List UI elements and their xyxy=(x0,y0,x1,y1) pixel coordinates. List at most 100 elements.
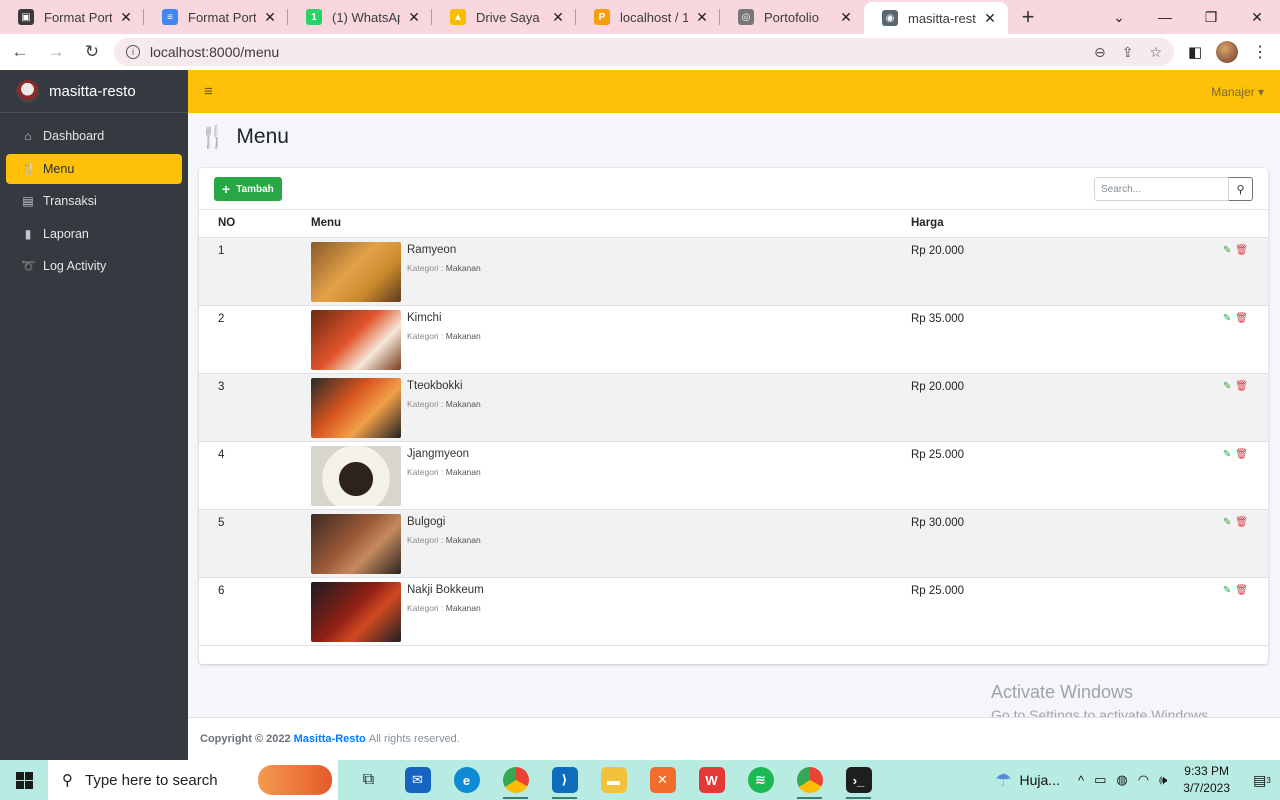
sidebar-item-menu[interactable]: 🍴 Menu xyxy=(6,153,182,184)
taskbar-search-text: Type here to search xyxy=(85,771,218,789)
tab-title: (1) WhatsApp xyxy=(332,9,400,25)
footer-copyright: Copyright © 2022 xyxy=(200,733,291,745)
hamburger-menu-icon[interactable]: ≡ xyxy=(204,83,213,100)
column-header-actions xyxy=(1201,210,1268,238)
sidebar-item-dashboard[interactable]: ⌂ Dashboard xyxy=(6,121,182,151)
browser-tab[interactable]: ▣ Format Portofolio ✕ xyxy=(0,0,144,34)
restore-button[interactable]: ❐ xyxy=(1188,0,1234,34)
menu-photo xyxy=(311,241,401,302)
browser-tab[interactable]: Plocalhost / 127.0.0.1 ✕ xyxy=(576,0,720,34)
edit-icon[interactable]: ✎ xyxy=(1223,585,1231,596)
address-bar[interactable]: i localhost:8000/menu ⊖ ⇪ ☆ xyxy=(114,38,1174,66)
brand-link[interactable]: masitta-resto xyxy=(0,70,188,113)
trash-icon[interactable]: 🗑 xyxy=(1235,245,1248,256)
cash-register-icon: ▤ xyxy=(22,194,34,208)
site-info-icon[interactable]: i xyxy=(126,45,140,59)
bookmark-star-icon[interactable]: ☆ xyxy=(1149,44,1162,61)
search-input[interactable]: Search... xyxy=(1094,177,1229,201)
user-dropdown[interactable]: Manajer ▾ xyxy=(1211,85,1264,99)
volume-icon[interactable]: 🕪 xyxy=(1159,772,1167,788)
edit-icon[interactable]: ✎ xyxy=(1223,245,1231,256)
vscode-app-icon[interactable]: ⟩ xyxy=(540,760,589,800)
xampp-app-icon[interactable]: ✕ xyxy=(638,760,687,800)
search-icon: ⚲ xyxy=(1236,183,1245,196)
tab-close-icon[interactable]: ✕ xyxy=(406,9,422,26)
tab-close-icon[interactable]: ✕ xyxy=(550,9,566,26)
sidebar-item-label: Transaksi xyxy=(43,194,97,208)
taskbar-search[interactable]: ⚲ Type here to search xyxy=(48,760,338,800)
url-text: localhost:8000/menu xyxy=(150,44,280,60)
side-panel-icon[interactable]: ◧ xyxy=(1188,43,1202,61)
share-icon[interactable]: ⇪ xyxy=(1122,44,1134,61)
edit-icon[interactable]: ✎ xyxy=(1223,313,1231,324)
back-button[interactable]: ← xyxy=(4,36,36,68)
edit-icon[interactable]: ✎ xyxy=(1223,517,1231,528)
trash-icon[interactable]: 🗑 xyxy=(1235,517,1248,528)
browser-tab[interactable]: ≡ Format Portofolio ✕ xyxy=(144,0,288,34)
footer-brand-link[interactable]: Masitta-Resto xyxy=(294,733,366,745)
tab-close-icon[interactable]: ✕ xyxy=(262,9,278,26)
sidebar-item-laporan[interactable]: ▮ Laporan xyxy=(6,219,182,249)
sidebar-item-transaksi[interactable]: ▤ Transaksi xyxy=(6,186,182,216)
trash-icon[interactable]: 🗑 xyxy=(1235,313,1248,324)
row-actions: ✎ 🗑 xyxy=(1201,237,1268,306)
chrome-app-icon[interactable] xyxy=(491,760,540,800)
chevron-up-icon[interactable]: ^ xyxy=(1078,773,1084,788)
sidebar-item-log-activity[interactable]: ➰ Log Activity xyxy=(6,251,182,281)
trash-icon[interactable]: 🗑 xyxy=(1235,381,1248,392)
start-button[interactable] xyxy=(0,760,48,800)
profile-avatar[interactable] xyxy=(1216,41,1239,63)
weather-widget[interactable]: ☂ Huja... xyxy=(995,770,1060,791)
menu-name: Jjangmyeon xyxy=(407,447,470,460)
close-window-button[interactable]: ✕ xyxy=(1234,0,1280,34)
add-menu-button[interactable]: + Tambah xyxy=(214,177,282,201)
browser-tab[interactable]: ◉ masitta-resto | Menu ✕ xyxy=(864,2,1008,34)
spotify-app-icon[interactable]: ≋ xyxy=(736,760,785,800)
file-explorer-icon[interactable]: ▬ xyxy=(589,760,638,800)
forward-button[interactable]: → xyxy=(40,36,72,68)
edge-app-icon[interactable]: e xyxy=(442,760,491,800)
windows-logo-icon xyxy=(15,771,33,789)
new-tab-button[interactable]: + xyxy=(1008,0,1048,34)
menu-card: + Tambah Search... ⚲ NO Menu Harga 1 Ramy… xyxy=(199,168,1268,664)
user-name: Manajer xyxy=(1211,84,1255,99)
search-button[interactable]: ⚲ xyxy=(1229,177,1253,201)
tab-search-icon[interactable]: ⌄ xyxy=(1096,0,1142,34)
mail-app-icon[interactable]: ✉ xyxy=(393,760,442,800)
wifi-icon[interactable]: ◠ xyxy=(1138,772,1149,788)
page-header: 🍴 Menu xyxy=(199,124,289,150)
security-icon[interactable]: ◍ xyxy=(1116,772,1127,788)
category-value: Makanan xyxy=(445,534,481,545)
clock[interactable]: 9:33 PM 3/7/2023 xyxy=(1183,763,1230,797)
trash-icon[interactable]: 🗑 xyxy=(1235,585,1248,596)
tab-close-icon[interactable]: ✕ xyxy=(838,9,854,26)
device-icon[interactable]: ▭ xyxy=(1094,772,1106,788)
task-view-icon[interactable]: ⧉ xyxy=(344,760,393,800)
category-label: Kategori : xyxy=(407,602,444,613)
menu-photo xyxy=(311,309,401,370)
tab-close-icon[interactable]: ✕ xyxy=(694,9,710,26)
menu-category: Kategori : Makanan xyxy=(407,263,481,273)
tab-close-icon[interactable]: ✕ xyxy=(982,10,998,27)
table-row: 1 Ramyeon Kategori : Makanan Rp 20.000 ✎ 🗑 xyxy=(199,237,1268,306)
browser-tab[interactable]: ▲ Drive Saya - Google Drive ✕ xyxy=(432,0,576,34)
menu-table: NO Menu Harga 1 Ramyeon Kategori : Makanan… xyxy=(199,210,1268,646)
browser-tab[interactable]: ◎ Portofolio ✕ xyxy=(720,0,864,34)
notification-center-icon[interactable]: ▤ 3 xyxy=(1244,772,1280,789)
zoom-icon[interactable]: ⊖ xyxy=(1094,44,1106,61)
edit-icon[interactable]: ✎ xyxy=(1223,449,1231,460)
table-row: 3 Tteokbokki Kategori : Makanan Rp 20.000 ✎ 🗑 xyxy=(199,373,1268,442)
trash-icon[interactable]: 🗑 xyxy=(1235,449,1248,460)
edit-icon[interactable]: ✎ xyxy=(1223,381,1231,392)
tab-close-icon[interactable]: ✕ xyxy=(118,9,134,26)
chrome-profile-app-icon[interactable] xyxy=(785,760,834,800)
minimize-button[interactable]: — xyxy=(1142,0,1188,34)
browser-menu-icon[interactable]: ⋮ xyxy=(1252,42,1268,62)
wps-app-icon[interactable]: W xyxy=(687,760,736,800)
menu-price: Rp 30.000 xyxy=(911,509,1201,578)
table-row: 5 Bulgogi Kategori : Makanan Rp 30.000 ✎ 🗑 xyxy=(199,509,1268,578)
weather-text: Huja... xyxy=(1019,772,1060,788)
browser-tab[interactable]: 1 (1) WhatsApp ✕ xyxy=(288,0,432,34)
terminal-app-icon[interactable]: ›_ xyxy=(834,760,883,800)
reload-button[interactable]: ↻ xyxy=(76,36,108,68)
